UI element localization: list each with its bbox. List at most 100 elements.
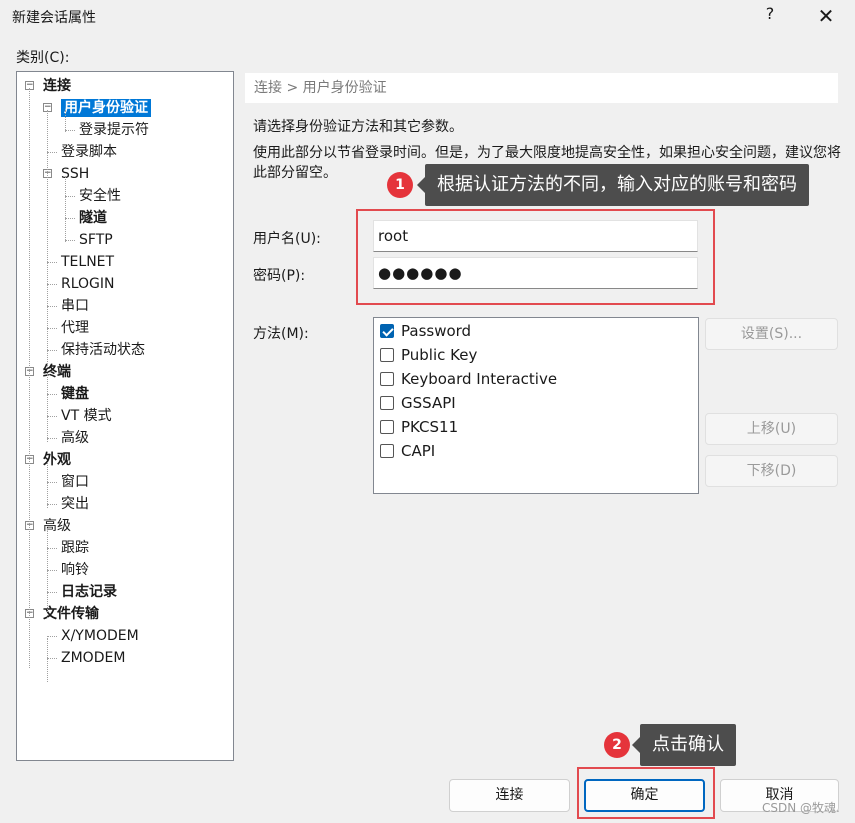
category-label: 类别(C):: [16, 50, 70, 66]
tree-item[interactable]: 登录提示符: [79, 119, 149, 141]
step-1-callout: 根据认证方法的不同，输入对应的账号和密码: [417, 164, 809, 206]
ok-button[interactable]: 确定: [584, 779, 705, 812]
tree-item[interactable]: TELNET: [61, 251, 114, 273]
method-option[interactable]: Keyboard Interactive: [380, 368, 557, 390]
tree-connector: [47, 284, 57, 285]
tree-connector: [47, 636, 57, 637]
method-option[interactable]: Public Key: [380, 344, 477, 366]
tree-item[interactable]: 响铃: [61, 559, 89, 581]
tree-connector: [47, 110, 48, 390]
watermark: CSDN @牧魂.: [762, 801, 840, 815]
tree-connector: [47, 462, 48, 508]
tree-connector: [47, 528, 48, 618]
tree-connector: [29, 88, 30, 668]
title-bar: 新建会话属性 ? ✕: [0, 0, 855, 34]
tree-connector: [47, 592, 57, 593]
tree-item[interactable]: 高级: [61, 427, 89, 449]
password-input[interactable]: ●●●●●●: [373, 257, 698, 289]
close-button[interactable]: ✕: [812, 2, 840, 30]
tree-item[interactable]: 保持活动状态: [61, 339, 145, 361]
tree-item-label: 连接: [43, 78, 71, 94]
tree-item-label: 键盘: [61, 386, 89, 402]
method-option-label: Password: [401, 322, 472, 340]
password-label: 密码(P):: [253, 268, 306, 284]
method-option[interactable]: GSSAPI: [380, 392, 456, 414]
checkbox-icon[interactable]: [380, 396, 394, 410]
tree-item[interactable]: VT 模式: [61, 405, 112, 427]
move-down-button[interactable]: 下移(D): [705, 455, 838, 487]
username-input[interactable]: root: [373, 220, 698, 252]
tree-item-label: 安全性: [79, 188, 121, 204]
method-option[interactable]: CAPI: [380, 440, 435, 462]
tree-item-label: 登录提示符: [79, 122, 149, 138]
breadcrumb: 连接 > 用户身份验证: [245, 73, 838, 103]
tree-item-label: RLOGIN: [61, 276, 115, 292]
method-list[interactable]: Password Public Key Keyboard Interactive GS…: [373, 317, 699, 494]
tree-item-label: X/YMODEM: [61, 628, 139, 644]
tree-item-label: VT 模式: [61, 408, 112, 424]
window-title: 新建会话属性: [12, 10, 96, 26]
tree-item-label: 登录脚本: [61, 144, 117, 160]
category-tree[interactable]: 连接 − 用户身份验证 − 登录提示符 登录脚本 SSH − 安全性 隧道 SFTP TELNET RL…: [16, 71, 234, 761]
settings-button[interactable]: 设置(S)...: [705, 318, 838, 350]
tree-item-label: 窗口: [61, 474, 89, 490]
tree-connector: [65, 176, 66, 242]
tree-item[interactable]: 用户身份验证: [61, 97, 151, 119]
tree-connector: [47, 394, 57, 395]
tree-item-label: 用户身份验证: [61, 99, 151, 117]
checkbox-icon[interactable]: [380, 348, 394, 362]
tree-item-label: 保持活动状态: [61, 342, 145, 358]
tree-connector: [47, 658, 57, 659]
tree-item[interactable]: 隧道: [79, 207, 107, 229]
connect-button[interactable]: 连接: [449, 779, 570, 812]
tree-item[interactable]: ZMODEM: [61, 647, 125, 669]
tree-item[interactable]: 突出: [61, 493, 89, 515]
checkbox-checked-icon[interactable]: [380, 324, 394, 338]
tree-item[interactable]: 窗口: [61, 471, 89, 493]
help-button[interactable]: ?: [760, 4, 780, 28]
tree-item-label: ZMODEM: [61, 650, 126, 666]
method-option-label: CAPI: [401, 442, 436, 460]
tree-connector: [47, 638, 48, 682]
tree-connector: [47, 152, 57, 153]
step-2-callout: 点击确认: [632, 724, 736, 766]
tree-connector: [47, 416, 57, 417]
tree-item[interactable]: 日志记录: [61, 581, 117, 603]
checkbox-icon[interactable]: [380, 420, 394, 434]
move-up-button[interactable]: 上移(U): [705, 413, 838, 445]
tree-item[interactable]: 文件传输: [43, 603, 99, 625]
checkbox-icon[interactable]: [380, 372, 394, 386]
tree-connector: [65, 196, 75, 197]
tree-connector: [47, 570, 57, 571]
tree-connector: [47, 262, 57, 263]
tree-item-label: 代理: [61, 320, 89, 336]
tree-item[interactable]: 跟踪: [61, 537, 89, 559]
section-description: 请选择身份验证方法和其它参数。: [253, 119, 463, 135]
tree-item-label: 文件传输: [43, 606, 99, 622]
method-option-label: Keyboard Interactive: [401, 370, 558, 388]
tree-item[interactable]: SFTP: [79, 229, 113, 251]
method-option-label: GSSAPI: [401, 394, 456, 412]
tree-item[interactable]: 安全性: [79, 185, 121, 207]
tree-item-label: 日志记录: [61, 584, 117, 600]
method-option[interactable]: PKCS11: [380, 416, 458, 438]
tree-item[interactable]: RLOGIN: [61, 273, 115, 295]
tree-item[interactable]: 串口: [61, 295, 89, 317]
checkbox-icon[interactable]: [380, 444, 394, 458]
tree-connector: [47, 504, 57, 505]
tree-connector: [47, 306, 57, 307]
tree-item[interactable]: X/YMODEM: [61, 625, 139, 647]
tree-item[interactable]: 键盘: [61, 383, 89, 405]
tree-item-label: 串口: [61, 298, 89, 314]
tree-item[interactable]: 连接: [43, 75, 71, 97]
tree-connector: [47, 482, 57, 483]
tree-item-label: 隧道: [79, 210, 107, 226]
tree-item-label: 跟踪: [61, 540, 89, 556]
method-label: 方法(M):: [253, 326, 309, 342]
tree-item-label: 高级: [61, 430, 89, 446]
tree-connector: [47, 374, 48, 442]
method-option[interactable]: Password: [380, 320, 471, 342]
tree-item[interactable]: 登录脚本: [61, 141, 117, 163]
username-label: 用户名(U):: [253, 231, 321, 247]
tree-item[interactable]: 代理: [61, 317, 89, 339]
